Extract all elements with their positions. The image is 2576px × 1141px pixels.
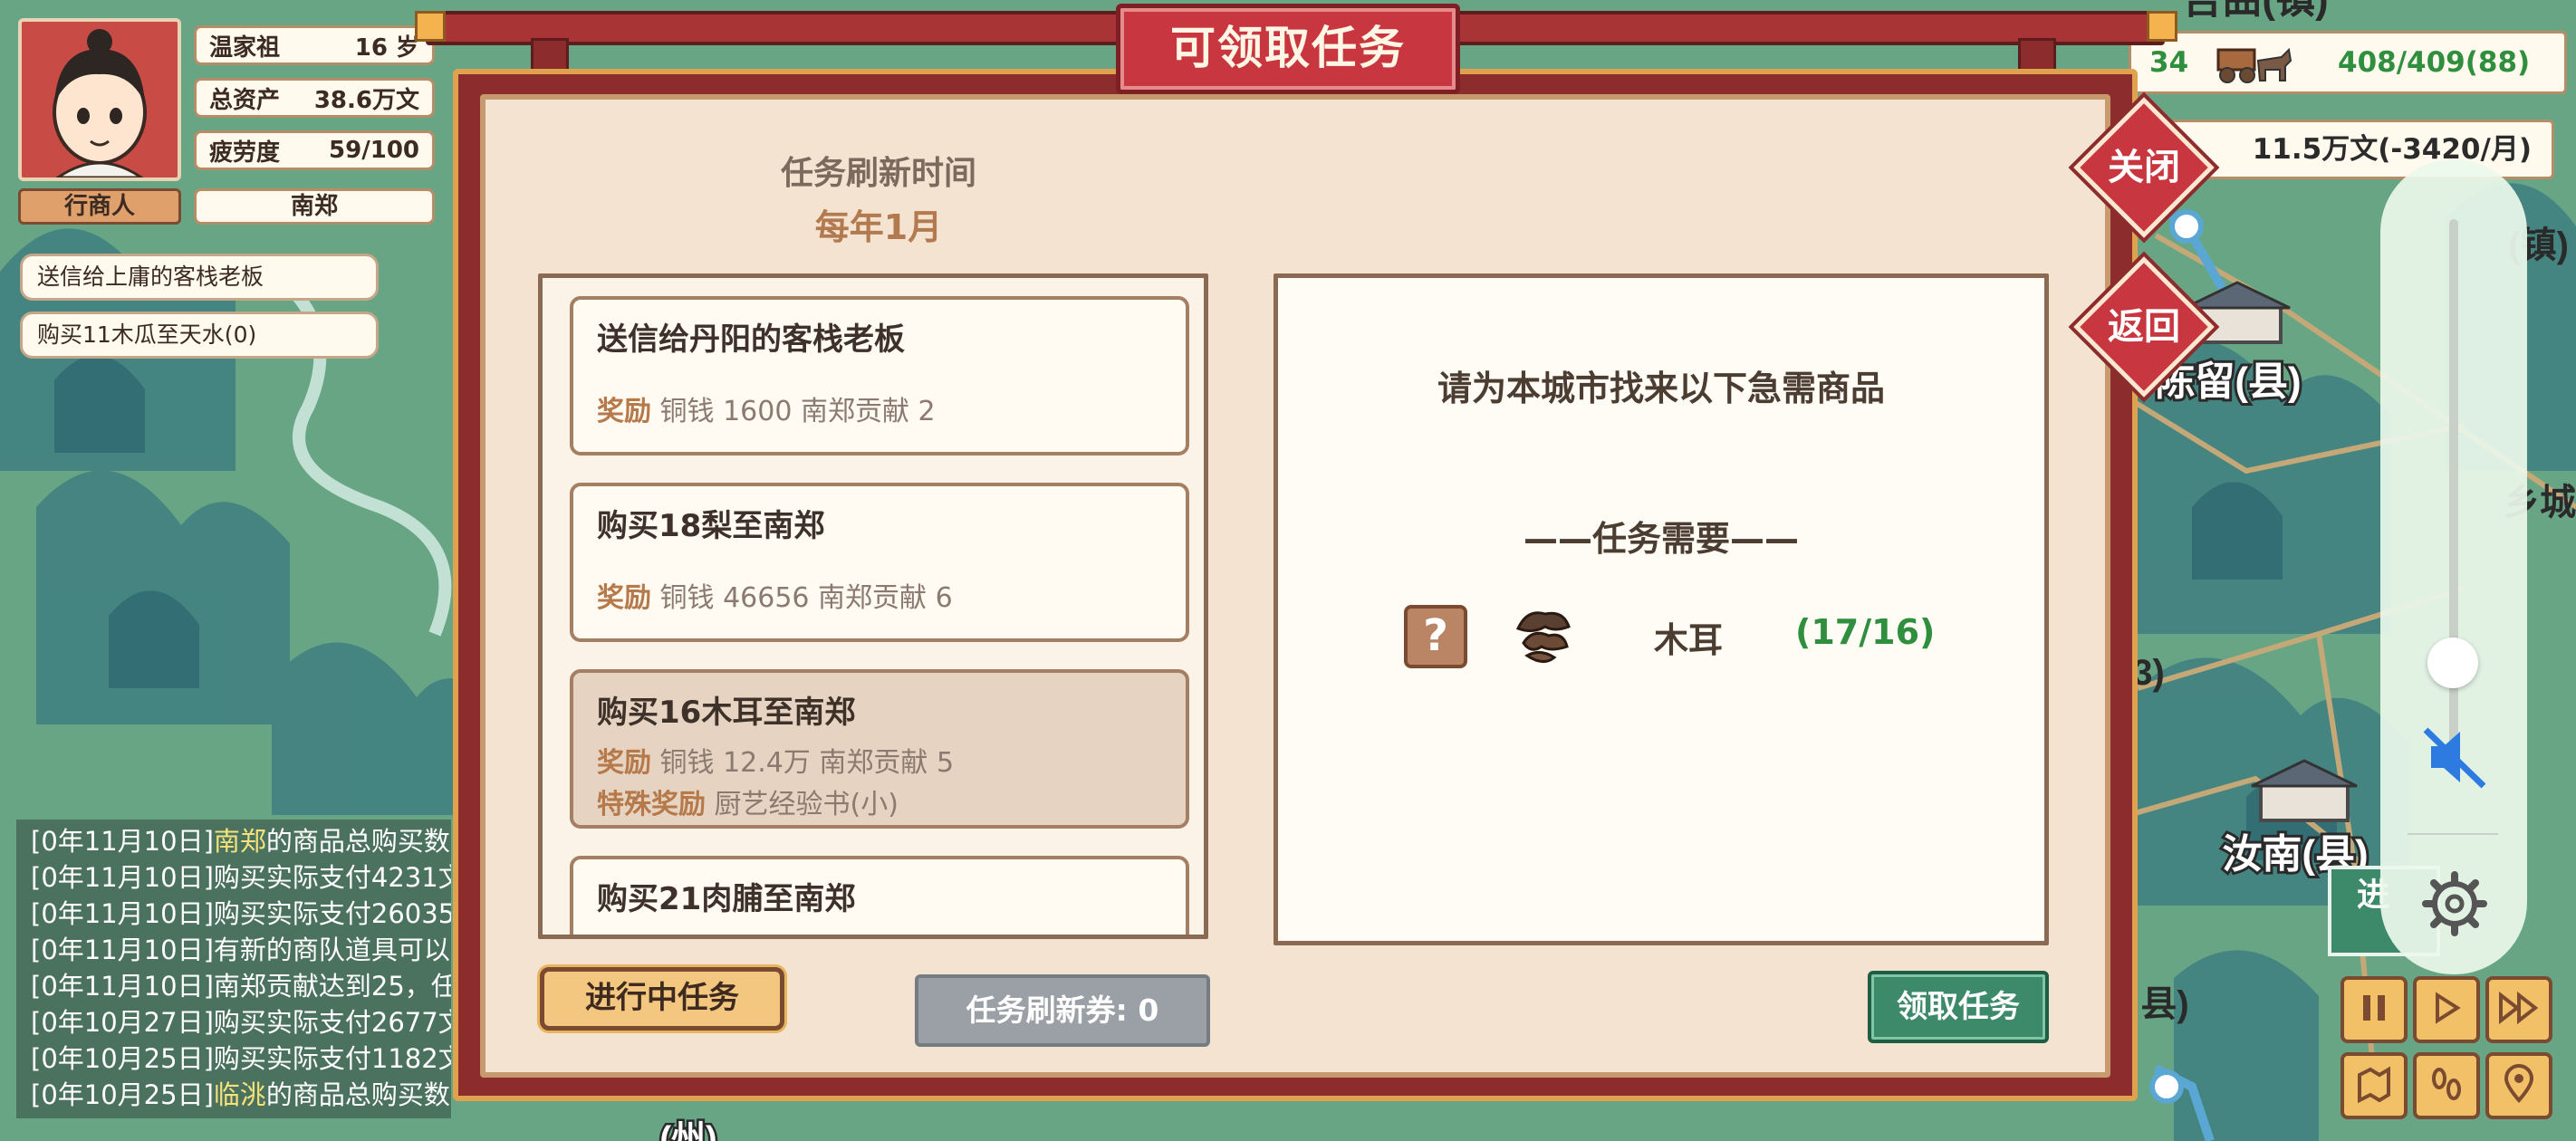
play-button[interactable] <box>2413 976 2480 1043</box>
volume-panel <box>2380 159 2527 974</box>
task-detail-heading: 请为本城市找来以下急需商品 <box>1437 369 1885 408</box>
pause-button[interactable] <box>2341 976 2408 1043</box>
task-reward: 奖励 铜钱 46656 南郑贡献 6 <box>597 582 953 614</box>
volume-slider-handle[interactable] <box>2427 638 2478 688</box>
dialog-corner <box>2147 11 2177 42</box>
fatigue-value: 59/100 <box>329 137 419 164</box>
task-requirement-heading: ——任务需要—— <box>1523 519 1799 559</box>
required-item-count: (17/16) <box>1795 612 1936 652</box>
log-entry: [0年11月10日]南郑的商品总购买数 <box>31 826 450 857</box>
current-city[interactable]: 南郑 <box>194 188 435 225</box>
pause-icon <box>2356 990 2392 1030</box>
active-quest-item[interactable]: 送信给上庸的客栈老板 <box>20 254 379 301</box>
task-special-reward: 特殊奖励 厨艺经验书(小) <box>597 789 899 820</box>
assets-value: 38.6万文 <box>313 86 419 114</box>
mute-icon[interactable] <box>2418 721 2491 793</box>
task-reward: 奖励 铜钱 1600 南郑贡献 2 <box>597 396 936 427</box>
caravan-capacity: 408/409(88) <box>2338 46 2531 79</box>
locate-button[interactable] <box>2485 1052 2552 1119</box>
in-progress-tasks-button[interactable]: 进行中任务 <box>540 967 784 1031</box>
back-button-label: 返回 <box>2108 306 2180 348</box>
log-entry: [0年11月10日]购买实际支付4231文 <box>31 862 451 893</box>
log-entry: [0年10月27日]购买实际支付2677文 <box>31 1007 451 1038</box>
task-card[interactable]: 送信给丹阳的客栈老板 奖励 铜钱 1600 南郑贡献 2 <box>570 296 1189 455</box>
character-name: 温家祖 <box>209 34 281 62</box>
task-card[interactable]: 购买21肉脯至南郑 <box>570 856 1189 935</box>
dialog-corner <box>415 11 446 42</box>
role-badge[interactable]: 行商人 <box>18 188 181 225</box>
travel-button[interactable] <box>2413 1052 2480 1119</box>
fast-forward-icon <box>2497 990 2541 1030</box>
task-list[interactable]: 送信给丹阳的客栈老板 奖励 铜钱 1600 南郑贡献 2 购买18梨至南郑 奖励… <box>538 273 1208 939</box>
task-title: 购买18梨至南郑 <box>597 508 825 544</box>
assets-row: 总资产 38.6万文 <box>194 78 435 118</box>
map-button[interactable] <box>2341 1052 2408 1119</box>
money-display: 11.5万文(-3420/月) <box>2156 120 2554 179</box>
fatigue-row: 疲劳度 59/100 <box>194 130 435 170</box>
log-entry: [0年10月25日]临洮的商品总购买数 <box>31 1079 450 1110</box>
event-log[interactable]: [0年11月10日]南郑的商品总购买数 [0年11月10日]购买实际支付4231… <box>16 820 451 1118</box>
log-entry: [0年11月10日]购买实际支付26035 <box>31 898 451 929</box>
refresh-time-label: 任务刷新时间 <box>780 155 976 192</box>
close-button-label: 关闭 <box>2108 147 2180 188</box>
map-city-label: (州) <box>659 1120 716 1141</box>
log-entry: [0年11月10日]南郑贡献达到25，任 <box>31 971 451 1002</box>
assets-label: 总资产 <box>209 86 281 114</box>
refresh-ticket-button[interactable]: 任务刷新券: 0 <box>915 974 1210 1047</box>
log-entry: [0年10月25日]购买实际支付1182文 <box>31 1043 451 1074</box>
task-title: 购买21肉脯至南郑 <box>597 881 856 917</box>
caravan-status[interactable]: 34 408/409(88) <box>2129 31 2567 94</box>
cart-icon <box>2213 43 2294 90</box>
character-age: 16 岁 <box>354 34 419 62</box>
fatigue-label: 疲劳度 <box>209 139 281 167</box>
task-title: 购买16木耳至南郑 <box>597 695 856 731</box>
map-city-label[interactable]: 吉曲(镇) <box>2182 0 2328 22</box>
active-quest-item[interactable]: 购买11木瓜至天水(0) <box>20 312 379 359</box>
task-title: 送信给丹阳的客栈老板 <box>597 321 905 358</box>
task-reward: 奖励 铜钱 12.4万 南郑贡献 5 <box>597 747 955 779</box>
play-icon <box>2428 990 2465 1030</box>
task-card-selected[interactable]: 购买16木耳至南郑 奖励 铜钱 12.4万 南郑贡献 5 特殊奖励 厨艺经验书(… <box>570 669 1189 829</box>
dialog-title: 可领取任务 <box>1116 4 1460 94</box>
footprints-icon <box>2427 1064 2466 1107</box>
character-portrait[interactable] <box>18 18 181 181</box>
close-button[interactable]: 关闭 <box>2073 97 2215 238</box>
map-icon <box>2354 1064 2394 1107</box>
volume-divider <box>2408 833 2498 835</box>
mushroom-icon <box>1509 605 1578 668</box>
required-item-name: 木耳 <box>1654 620 1724 660</box>
fast-forward-button[interactable] <box>2485 976 2552 1043</box>
back-button[interactable]: 返回 <box>2073 256 2215 398</box>
task-card[interactable]: 购买18梨至南郑 奖励 铜钱 46656 南郑贡献 6 <box>570 483 1189 642</box>
map-city-label: 县) <box>2140 984 2188 1024</box>
unknown-item-button[interactable]: ? <box>1404 605 1467 668</box>
log-entry: [0年11月10日]有新的商队道具可以 <box>31 935 450 965</box>
settings-icon[interactable] <box>2418 868 2491 940</box>
caravan-left-value: 34 <box>2149 46 2189 79</box>
character-name-row: 温家祖 16 岁 <box>194 25 435 65</box>
refresh-time-value: 每年1月 <box>814 207 943 247</box>
location-pin-icon <box>2501 1064 2537 1107</box>
accept-task-button[interactable]: 领取任务 <box>1868 971 2049 1043</box>
